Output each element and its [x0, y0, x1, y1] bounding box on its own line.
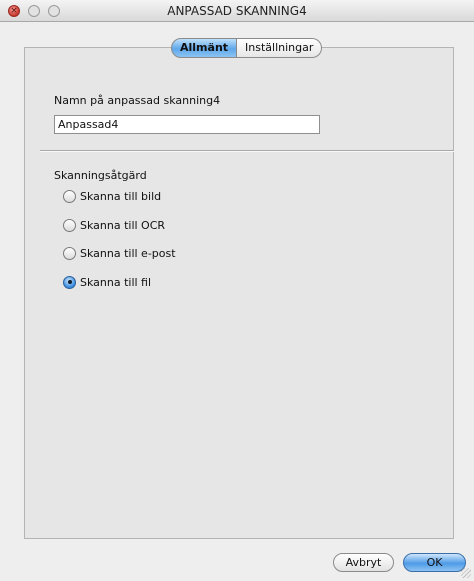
window-title: ANPASSAD SKANNING4: [167, 4, 307, 18]
radio-scan-to-file[interactable]: Skanna till fil: [63, 274, 151, 290]
radio-button-icon[interactable]: [63, 218, 76, 232]
ok-button[interactable]: OK: [403, 553, 466, 572]
radio-label: Skanna till fil: [80, 275, 152, 289]
radio-scan-to-ocr[interactable]: Skanna till OCR: [63, 217, 165, 233]
tab-bar: Allmänt Inställningar: [171, 38, 323, 58]
radio-button-selected-icon[interactable]: [63, 275, 76, 289]
radio-scan-to-email[interactable]: Skanna till e-post: [63, 245, 176, 261]
scan-action-label: Skanningsåtgärd: [54, 169, 147, 182]
dialog-window: × ANPASSAD SKANNING4 Allmänt Inställning…: [0, 0, 474, 581]
radio-scan-to-image[interactable]: Skanna till bild: [63, 188, 161, 204]
tab-allmant[interactable]: Allmänt: [171, 38, 238, 58]
resize-grip-icon[interactable]: [461, 568, 471, 578]
radio-label: Skanna till bild: [80, 189, 162, 203]
radio-label: Skanna till e-post: [80, 246, 176, 260]
cancel-button[interactable]: Avbryt: [333, 553, 394, 572]
section-divider: [40, 150, 454, 152]
title-bar[interactable]: × ANPASSAD SKANNING4: [0, 0, 474, 22]
radio-label: Skanna till OCR: [80, 218, 166, 232]
radio-button-icon[interactable]: [63, 246, 76, 260]
tab-installningar[interactable]: Inställningar: [237, 38, 323, 58]
scan-name-label: Namn på anpassad skanning4: [54, 94, 221, 107]
radio-button-icon[interactable]: [63, 189, 76, 203]
scan-name-input[interactable]: [54, 115, 320, 134]
